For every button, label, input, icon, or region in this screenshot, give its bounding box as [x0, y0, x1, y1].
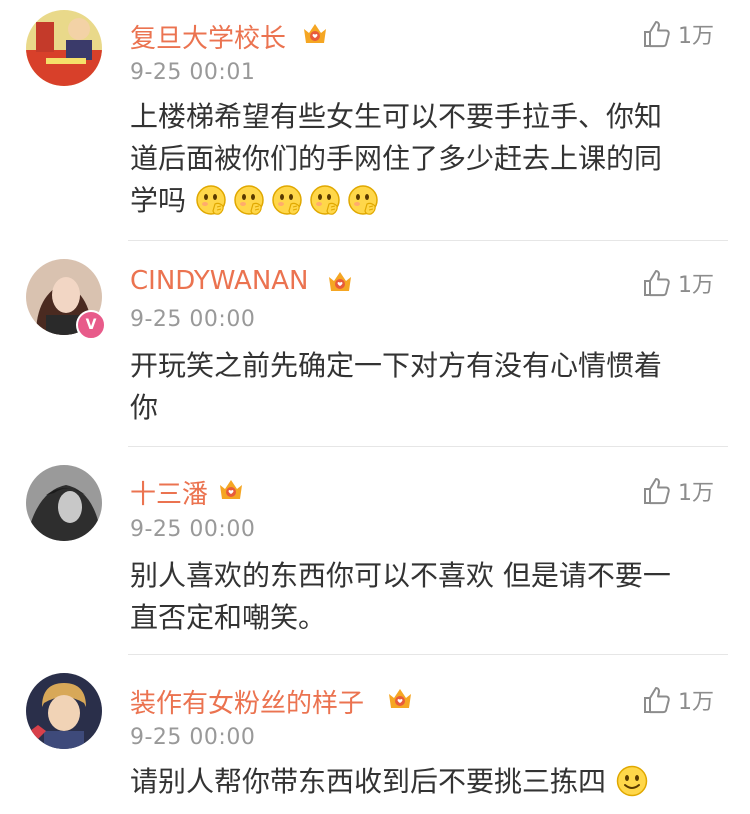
shy-face-icon [195, 183, 229, 217]
like-count: 1万 [678, 24, 714, 49]
smile-face-icon [615, 764, 649, 798]
avatar[interactable] [26, 10, 102, 86]
crown-badge-icon [216, 475, 246, 503]
shy-face-icon [233, 183, 267, 217]
username[interactable]: CINDYWANAN [130, 266, 309, 296]
timestamp: 9-25 00:00 [130, 517, 256, 542]
comment-line: 别人喜欢的东西你可以不喜欢 但是请不要一 [130, 559, 671, 592]
comment-line: 你 [130, 391, 159, 424]
like-button[interactable]: 1万 [640, 684, 714, 716]
username[interactable]: 十三潘 [130, 474, 208, 511]
comment-item: V CINDYWANAN 1万 9-25 00:00 开玩笑之前先确定一下对方有… [0, 241, 750, 446]
comment-text: 开玩笑之前先确定一下对方有没有心情惯着 你 [130, 345, 720, 429]
shy-face-icon [347, 183, 381, 217]
timestamp: 9-25 00:00 [130, 725, 256, 750]
comment-line: 上楼梯希望有些女生可以不要手拉手、你知 [130, 100, 663, 133]
comment-text: 请别人帮你带东西收到后不要挑三拣四 [130, 761, 720, 803]
thumbs-up-icon [640, 267, 672, 299]
shy-face-icon [271, 183, 305, 217]
comment-line: 请别人帮你带东西收到后不要挑三拣四 [130, 761, 720, 803]
timestamp: 9-25 00:00 [130, 307, 256, 332]
crown-badge-icon [325, 267, 355, 295]
like-count: 1万 [678, 481, 714, 506]
thumbs-up-icon [640, 18, 672, 50]
comment-item: 复旦大学校长 1万 9-25 00:01 上楼梯希望有些女生可以不要手拉手、你知… [0, 0, 750, 240]
like-count: 1万 [678, 690, 714, 715]
like-button[interactable]: 1万 [640, 267, 714, 299]
comment-line: 学吗 [130, 180, 720, 222]
comment-line: 直否定和嘲笑。 [130, 601, 327, 634]
shy-face-icon [309, 183, 343, 217]
crown-badge-icon [300, 19, 330, 47]
comment-line: 道后面被你们的手网住了多少赶去上课的同 [130, 142, 663, 175]
crown-badge-icon [385, 684, 415, 712]
comment-item: 装作有女粉丝的样子 1万 9-25 00:00 请别人帮你带东西收到后不要挑三拣… [0, 655, 750, 814]
timestamp: 9-25 00:01 [130, 60, 256, 85]
thumbs-up-icon [640, 684, 672, 716]
thumbs-up-icon [640, 475, 672, 507]
like-button[interactable]: 1万 [640, 475, 714, 507]
comment-line: 开玩笑之前先确定一下对方有没有心情惯着 [130, 349, 663, 382]
comment-text: 别人喜欢的东西你可以不喜欢 但是请不要一 直否定和嘲笑。 [130, 555, 720, 639]
comment-text: 上楼梯希望有些女生可以不要手拉手、你知 道后面被你们的手网住了多少赶去上课的同 … [130, 96, 720, 222]
avatar[interactable] [26, 673, 102, 749]
v-verified-icon: V [76, 310, 106, 340]
avatar[interactable] [26, 465, 102, 541]
username[interactable]: 复旦大学校长 [130, 18, 286, 55]
like-count: 1万 [678, 273, 714, 298]
comment-item: 十三潘 1万 9-25 00:00 别人喜欢的东西你可以不喜欢 但是请不要一 直… [0, 447, 750, 654]
like-button[interactable]: 1万 [640, 18, 714, 50]
username[interactable]: 装作有女粉丝的样子 [130, 683, 364, 720]
